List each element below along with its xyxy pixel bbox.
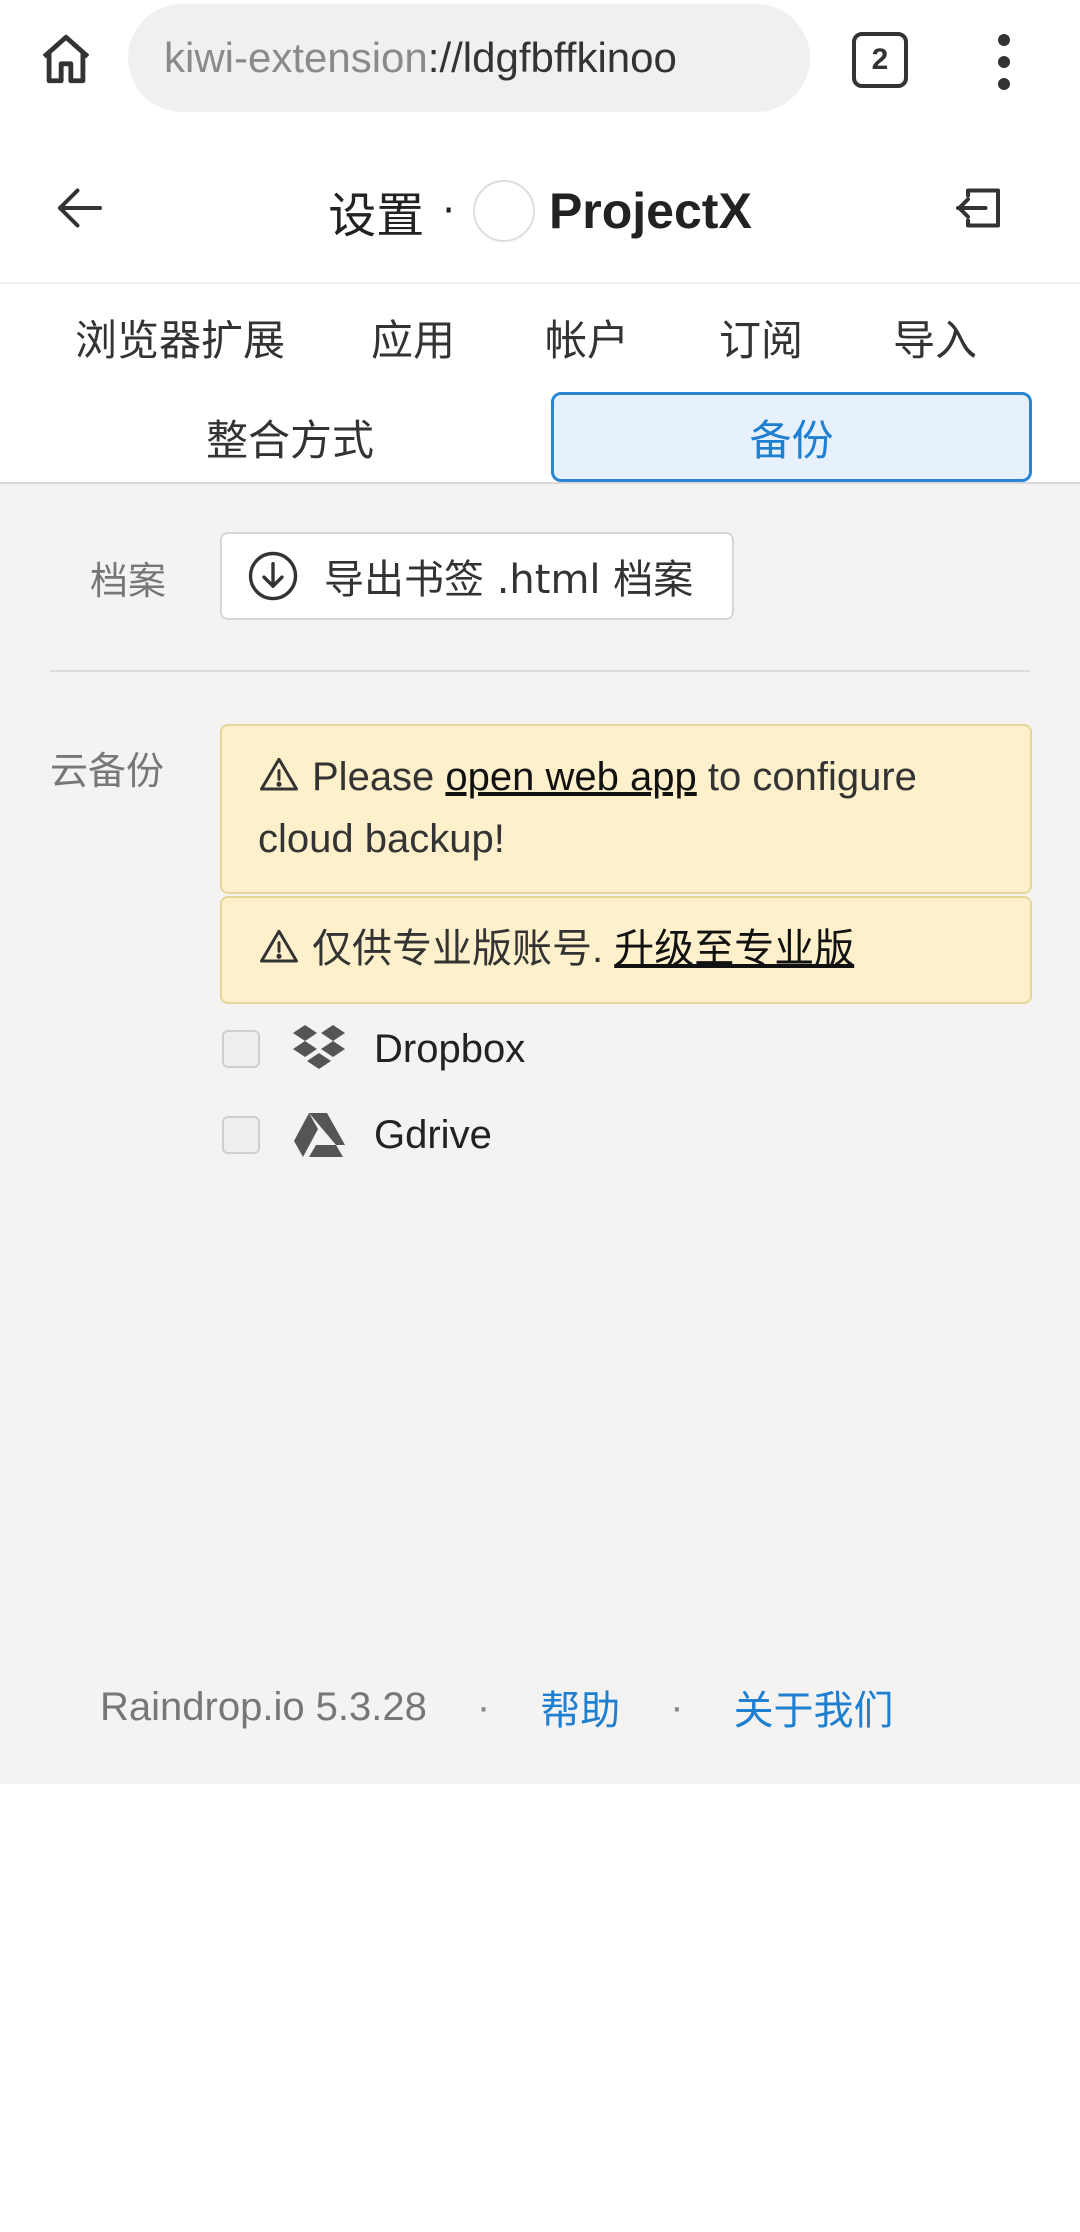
footer-separator: ·	[476, 1684, 491, 1729]
warning-icon	[260, 757, 298, 791]
browser-menu-button[interactable]	[980, 30, 1028, 94]
archive-label: 档案	[90, 559, 167, 603]
help-link[interactable]: 帮助	[540, 1678, 620, 1736]
menu-dot-icon	[998, 56, 1010, 68]
warning-icon	[260, 929, 298, 963]
home-icon	[42, 34, 90, 84]
settings-tabs: 浏览器扩展 应用 帐户 订阅 导入 整合方式 备份	[0, 284, 1080, 484]
alert-text: Please	[312, 755, 446, 799]
url-scheme: kiwi-extension	[164, 34, 428, 81]
browser-toolbar: kiwi-extension://ldgfbffkinoo 2	[0, 0, 1080, 118]
project-name: ProjectX	[548, 183, 752, 239]
page-title-text: 设置	[328, 188, 425, 244]
page-title: 设置 · ProjectX	[0, 176, 1080, 246]
cloud-backup-label: 云备份	[50, 749, 165, 793]
backup-panel: 档案 导出书签 .html 档案 云备份 Please open web app…	[0, 484, 1080, 1784]
menu-dot-icon	[998, 34, 1010, 46]
about-link[interactable]: 关于我们	[734, 1678, 894, 1736]
settings-header: 设置 · ProjectX	[0, 138, 1080, 284]
tab-integrations[interactable]: 整合方式	[100, 392, 480, 482]
logout-button[interactable]	[948, 178, 1010, 240]
home-button[interactable]	[30, 26, 102, 92]
footer: Raindrop.io 5.3.28 · 帮助 · 关于我们	[100, 1672, 894, 1742]
gdrive-option[interactable]: Gdrive	[222, 1102, 822, 1168]
export-html-button[interactable]: 导出书签 .html 档案	[220, 532, 734, 620]
divider	[50, 670, 1030, 672]
tab-browser-extension[interactable]: 浏览器扩展	[60, 304, 300, 370]
dropbox-icon	[290, 1020, 348, 1078]
alert-text: 仅供专业版账号.	[312, 927, 615, 971]
app-version: Raindrop.io 5.3.28	[100, 1684, 427, 1729]
gdrive-checkbox[interactable]	[222, 1116, 260, 1154]
export-html-label: 导出书签 .html 档案	[324, 557, 694, 603]
url-path: ://ldgfbffkinoo	[427, 34, 677, 81]
avatar	[472, 180, 535, 242]
gdrive-label: Gdrive	[374, 1112, 492, 1157]
dropbox-checkbox[interactable]	[222, 1030, 260, 1068]
web-app-alert: Please open web app to configure cloud b…	[220, 724, 1032, 894]
tab-subscription[interactable]: 订阅	[700, 304, 822, 370]
open-web-app-link[interactable]: open web app	[445, 755, 696, 799]
footer-separator: ·	[670, 1684, 684, 1729]
menu-dot-icon	[998, 78, 1010, 90]
download-icon	[248, 551, 298, 601]
url-bar[interactable]: kiwi-extension://ldgfbffkinoo	[128, 4, 810, 112]
tab-import[interactable]: 导入	[874, 304, 996, 370]
tab-account[interactable]: 帐户	[526, 304, 648, 370]
tab-row: 浏览器扩展 应用 帐户 订阅 导入	[0, 284, 1080, 388]
title-separator: ·	[442, 188, 455, 234]
tab-apps[interactable]: 应用	[352, 304, 474, 370]
dropbox-option[interactable]: Dropbox	[222, 1016, 822, 1082]
tab-switcher-button[interactable]: 2	[852, 32, 908, 88]
pro-only-alert: 仅供专业版账号. 升级至专业版	[220, 896, 1032, 1004]
dropbox-label: Dropbox	[374, 1026, 526, 1071]
tab-row: 整合方式 备份	[0, 388, 1080, 484]
upgrade-pro-link[interactable]: 升级至专业版	[614, 927, 854, 971]
logout-icon	[956, 188, 1000, 228]
gdrive-icon	[290, 1106, 348, 1164]
tab-backup[interactable]: 备份	[551, 392, 1032, 482]
